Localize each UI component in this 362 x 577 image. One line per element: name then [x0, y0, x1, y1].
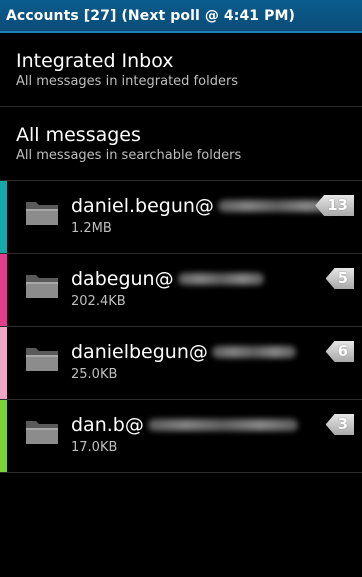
account-size: 1.2MB — [71, 221, 112, 236]
account-item[interactable]: dabegun@ 202.4KB 5 — [0, 254, 362, 327]
unread-count-badge[interactable]: 3 — [325, 414, 354, 435]
account-item[interactable]: dan.b@ 17.0KB 3 — [0, 400, 362, 473]
account-item[interactable]: daniel.begun@ 1.2MB 13 — [0, 181, 362, 254]
account-size: 202.4KB — [71, 294, 126, 309]
account-color-chip — [0, 254, 7, 326]
unread-count-badge[interactable]: 5 — [325, 268, 354, 289]
folder-icon — [26, 348, 58, 371]
account-color-chip — [0, 400, 7, 472]
folder-description: All messages in integrated folders — [16, 73, 239, 89]
folder-icon — [26, 421, 58, 444]
account-size: 25.0KB — [71, 367, 118, 382]
integrated-inbox-item[interactable]: Integrated Inbox All messages in integra… — [0, 33, 362, 107]
redacted-domain — [147, 419, 298, 431]
folder-name: Integrated Inbox — [16, 49, 174, 72]
title-bar: Accounts [27] (Next poll @ 4:41 PM) — [0, 0, 362, 33]
folder-description: All messages in searchable folders — [16, 147, 242, 163]
account-email: daniel.begun@ — [71, 195, 214, 217]
unread-count-badge[interactable]: 6 — [325, 341, 354, 362]
folder-list: Integrated Inbox All messages in integra… — [0, 33, 362, 181]
folder-icon — [26, 275, 58, 298]
account-size: 17.0KB — [71, 440, 118, 455]
folder-icon — [26, 202, 58, 225]
folder-name: All messages — [16, 123, 141, 146]
account-email: dan.b@ — [71, 414, 144, 436]
account-color-chip — [0, 327, 7, 399]
redacted-domain — [177, 273, 264, 285]
account-color-chip — [0, 181, 7, 253]
account-email: dabegun@ — [71, 268, 174, 290]
account-email: danielbegun@ — [71, 341, 208, 363]
account-item[interactable]: danielbegun@ 25.0KB 6 — [0, 327, 362, 400]
all-messages-item[interactable]: All messages All messages in searchable … — [0, 107, 362, 181]
screen-title: Accounts [27] (Next poll @ 4:41 PM) — [6, 7, 296, 24]
account-list: daniel.begun@ 1.2MB 13 dabegun@ 202.4KB … — [0, 181, 362, 473]
redacted-domain — [211, 346, 296, 358]
